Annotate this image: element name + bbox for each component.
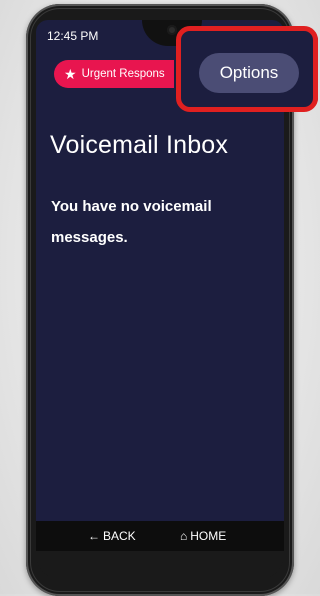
status-time: 12:45 PM [47,29,99,43]
back-button[interactable]: ← BACK [88,529,136,543]
camera-icon [167,25,177,35]
options-button[interactable]: Options [199,53,299,93]
home-icon: ⌂ [180,529,188,543]
empty-inbox-message: You have no voicemail messages. [51,198,212,246]
star-icon: ★ [64,66,77,82]
phone-chin [36,551,284,580]
home-label: HOME [190,529,227,543]
urgent-response-button[interactable]: ★ Urgent Respons [54,60,174,88]
arrow-left-icon: ← [88,529,100,543]
back-label: BACK [103,529,136,543]
urgent-response-label: Urgent Respons [81,68,165,80]
bottom-navigation-bar: ← BACK ⌂ HOME [36,521,284,551]
home-button[interactable]: ⌂ HOME [180,529,226,543]
page-title: Voicemail Inbox [50,131,229,159]
